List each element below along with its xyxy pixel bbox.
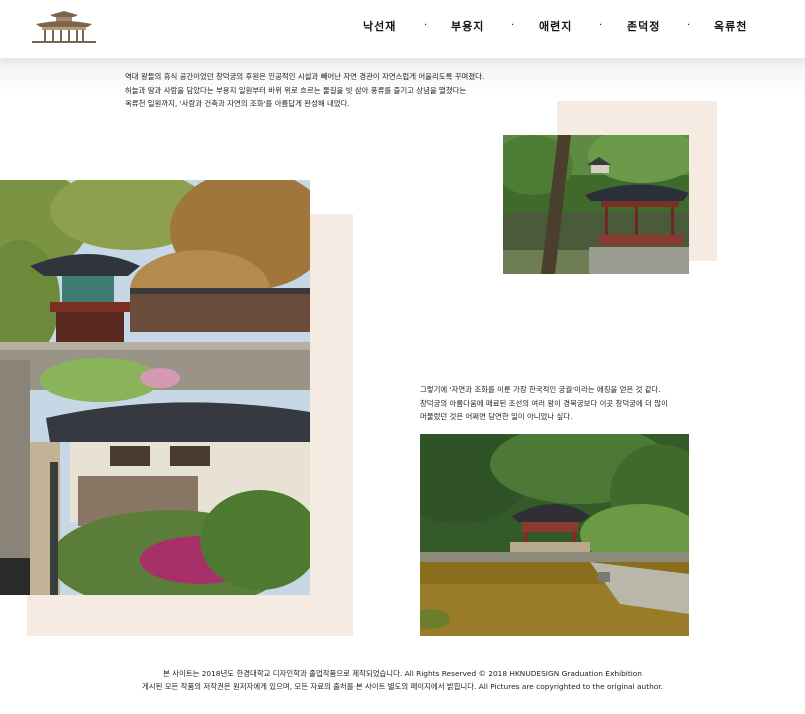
pond-garden-photo [420,434,689,636]
nav-separator: · [424,20,428,31]
nav-item-jondeokjeong[interactable]: 존덕정 [627,18,660,34]
nav-separator: · [511,20,515,31]
palace-garden-photo [0,180,310,595]
nav-item-aeryeonji[interactable]: 애련지 [539,18,572,34]
site-header: 낙선재 · 부용지 · 애련지 · 존덕정 · 옥류천 [0,0,805,58]
quote-paragraph: 그렇기에 '자연과 조화를 이룬 가장 한국적인 궁궐'이라는 애칭을 얻은 것… [420,385,668,421]
nav-item-buyongji[interactable]: 부용지 [451,18,484,34]
intro-paragraph: 역대 왕들의 휴식 공간이었던 창덕궁의 후원은 인공적인 시설과 빼어난 자연… [125,72,485,108]
footer-notice: 게시된 모든 작품의 저작권은 원저자에게 있으며, 모든 자료의 출처를 본 … [141,682,664,691]
nav-separator: · [687,20,691,31]
nav-separator: · [599,20,603,31]
site-footer: 본 사이트는 2018년도 한경대학교 디자인학과 졸업작품으로 제작되었습니다… [0,667,805,693]
nav-item-nakseonjae[interactable]: 낙선재 [363,18,396,34]
nav-item-okryucheon[interactable]: 옥류천 [714,18,747,34]
main-nav: 낙선재 · 부용지 · 애련지 · 존덕정 · 옥류천 [0,18,805,38]
pond-pavilion-photo [503,135,689,274]
footer-copyright: 본 사이트는 2018년도 한경대학교 디자인학과 졸업작품으로 제작되었습니다… [163,669,642,678]
